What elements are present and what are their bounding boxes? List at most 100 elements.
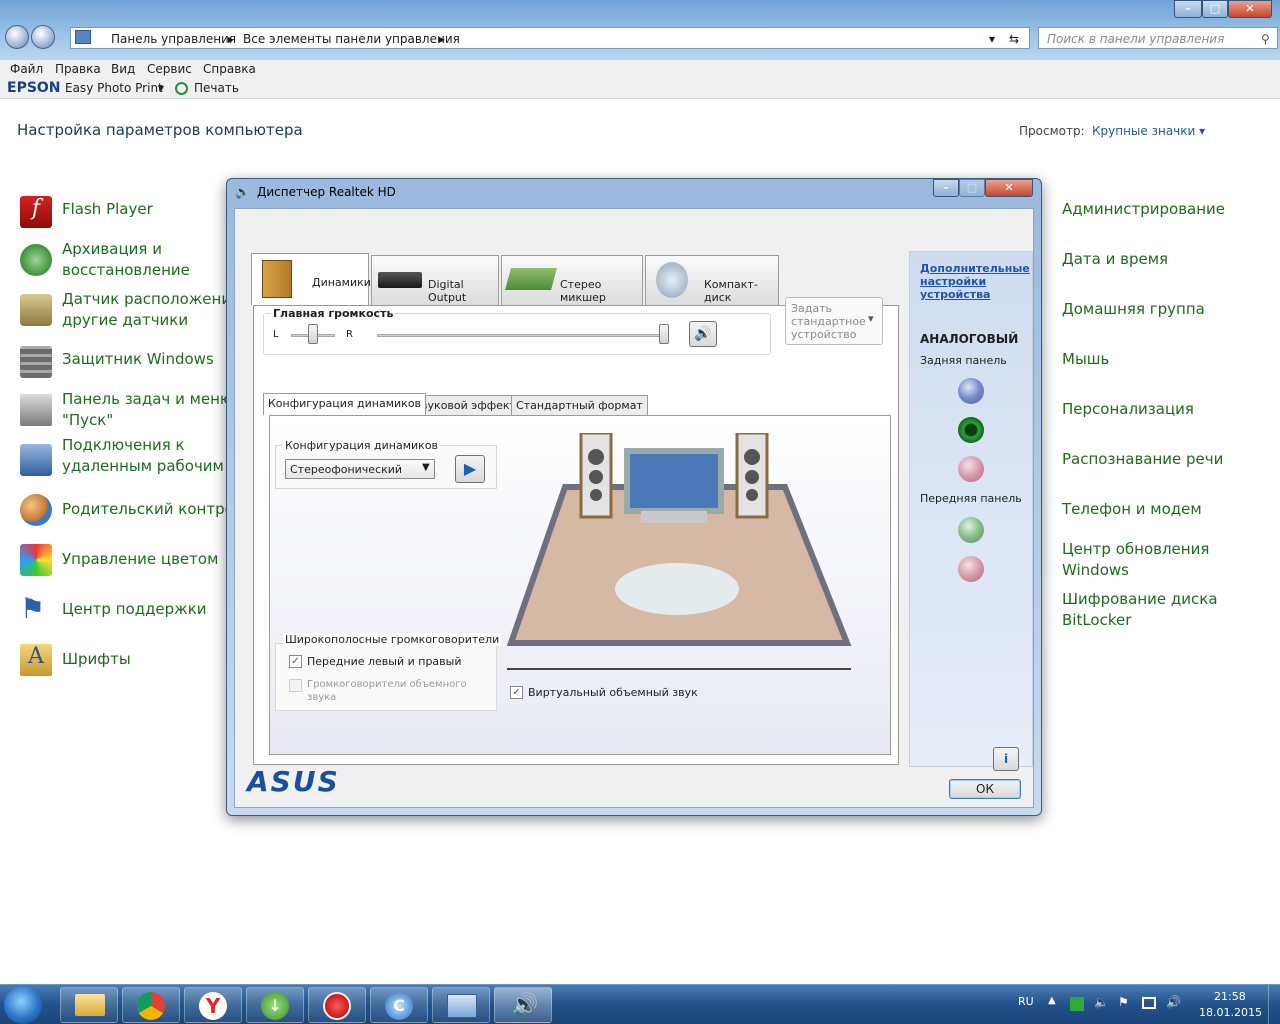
front-jack-pink[interactable] — [958, 556, 984, 582]
dropdown-arrow-icon[interactable]: ▾ — [989, 32, 995, 46]
cpl-item[interactable]: Подключения к удаленным рабочим — [62, 435, 224, 477]
rear-jack-green[interactable] — [958, 417, 984, 443]
maximize-button[interactable]: □ — [1202, 0, 1228, 18]
virtual-surround-checkbox[interactable]: ✓ — [510, 686, 523, 699]
tray-volume-icon[interactable]: 🔈 — [1094, 995, 1109, 1009]
tab-speakers[interactable]: Динамики — [251, 253, 371, 305]
breadcrumb-item[interactable]: Панель управления — [111, 32, 236, 46]
wideband-label: Широкополосные громкоговорители — [283, 633, 502, 646]
cpl-item[interactable]: Панель задач и меню "Пуск" — [62, 389, 233, 431]
flag-icon: ⚑ — [20, 592, 46, 625]
clock-date[interactable]: 18.01.2015 — [1199, 1006, 1262, 1019]
play-test-button[interactable]: ▶ — [455, 455, 485, 483]
menu-edit[interactable]: Правка — [55, 62, 101, 76]
tray-flag-icon[interactable]: ⚑ — [1118, 995, 1129, 1009]
download-icon: ↓ — [261, 992, 289, 1020]
cpl-item[interactable]: Защитник Windows — [62, 349, 214, 370]
tray-sound-icon[interactable]: 🔊 — [1166, 995, 1181, 1009]
cpl-item[interactable]: Архивация и восстановление — [62, 239, 190, 281]
language-indicator[interactable]: RU — [1018, 995, 1034, 1008]
cpl-item[interactable]: Мышь — [1062, 349, 1109, 370]
back-button[interactable] — [5, 25, 29, 49]
menu-bar: Файл Правка Вид Сервис Справка — [0, 60, 1280, 79]
info-button[interactable]: i — [993, 747, 1019, 771]
tray-network-icon[interactable] — [1070, 997, 1084, 1011]
menu-file[interactable]: Файл — [10, 62, 43, 76]
taskbar-icon — [20, 394, 52, 426]
subtab-speaker-config[interactable]: Конфигурация динамиков — [263, 393, 427, 415]
show-desktop-button[interactable] — [1268, 985, 1280, 1024]
cpl-item[interactable]: Родительский контрол — [62, 499, 226, 520]
cpl-item[interactable]: Шрифты — [62, 649, 131, 670]
cpl-item[interactable]: Дата и время — [1062, 249, 1168, 270]
print-button[interactable]: Печать — [194, 81, 239, 95]
tab-label: Стерео микшер — [560, 278, 606, 304]
cpl-item[interactable]: Шифрование диска BitLocker — [1062, 589, 1218, 631]
cpl-item[interactable]: Flash Player — [62, 199, 153, 220]
surround-checkbox[interactable] — [289, 679, 302, 692]
cpl-item[interactable]: Распознавание речи — [1062, 449, 1223, 470]
cpl-item[interactable]: Центр обновления Windows — [1062, 539, 1209, 581]
search-icon[interactable]: ⚲ — [1261, 32, 1270, 46]
taskbar-record[interactable] — [308, 987, 366, 1023]
rear-jack-blue[interactable] — [958, 378, 984, 404]
cpl-item[interactable]: Персонализация — [1062, 399, 1194, 420]
set-default-device-button[interactable]: Задать стандартное устройство ▾ — [785, 297, 883, 345]
volume-slider[interactable] — [377, 334, 667, 337]
taskbar-yandex[interactable]: Y — [184, 987, 242, 1023]
easy-photo-print-button[interactable]: Easy Photo Print — [65, 81, 163, 95]
front-jack-green[interactable] — [958, 517, 984, 543]
record-icon — [323, 992, 351, 1020]
cpl-item[interactable]: Администрирование — [1062, 199, 1225, 220]
view-mode-dropdown[interactable]: Крупные значки ▾ — [1092, 124, 1205, 138]
taskbar-control-panel[interactable] — [432, 987, 490, 1023]
tray-display-icon[interactable] — [1142, 997, 1156, 1009]
menu-tools[interactable]: Сервис — [147, 62, 192, 76]
clock-time[interactable]: 21:58 — [1214, 990, 1246, 1003]
analog-heading: АНАЛОГОВЫЙ — [920, 332, 1019, 346]
dialog-close-button[interactable]: ✕ — [985, 179, 1033, 197]
cpl-item[interactable]: Центр поддержки — [62, 599, 207, 620]
cpl-item[interactable]: Датчик расположения другие датчики — [62, 289, 240, 331]
yandex-icon: Y — [199, 992, 227, 1020]
search-input[interactable]: Поиск в панели управления ⚲ — [1038, 27, 1278, 49]
dialog-maximize-button[interactable]: □ — [959, 179, 985, 197]
tray-expand-icon[interactable]: ▲ — [1048, 995, 1056, 1006]
virtual-surround-label: Виртуальный объемный звук — [528, 686, 698, 699]
cd-icon — [656, 262, 688, 298]
address-bar[interactable]: Панель управления ▸ Все элементы панели … — [70, 27, 1030, 49]
subtab-default-format[interactable]: Стандартный формат — [511, 395, 648, 415]
forward-button[interactable] — [31, 25, 55, 49]
advanced-settings-link[interactable]: Дополнительные настройки устройства — [920, 262, 1030, 301]
jack-side-panel: Дополнительные настройки устройства АНАЛ… — [909, 251, 1033, 767]
taskbar-download[interactable]: ↓ — [246, 987, 304, 1023]
chevron-down-icon[interactable]: ▾ — [158, 81, 164, 95]
close-button[interactable]: ✕ — [1228, 0, 1272, 18]
cpl-item[interactable]: Домашняя группа — [1062, 299, 1205, 320]
mute-button[interactable]: 🔊 — [689, 321, 717, 347]
dialog-minimize-button[interactable]: – — [933, 179, 959, 197]
ok-button[interactable]: ОК — [949, 779, 1021, 799]
menu-help[interactable]: Справка — [203, 62, 256, 76]
menu-view[interactable]: Вид — [111, 62, 135, 76]
cpl-item[interactable]: Управление цветом — [62, 549, 218, 570]
rear-jack-pink[interactable] — [958, 456, 984, 482]
taskbar-explorer[interactable] — [60, 987, 118, 1023]
front-lr-checkbox[interactable]: ✓ — [289, 655, 302, 668]
taskbar-chrome[interactable] — [122, 987, 180, 1023]
balance-thumb[interactable] — [308, 324, 318, 344]
breadcrumb-item[interactable]: Все элементы панели управления — [243, 32, 460, 46]
surround-label: Громкоговорители объемного звука — [307, 679, 467, 703]
minimize-button[interactable]: – — [1174, 0, 1202, 18]
tab-stereo-mixer[interactable]: Стерео микшер — [501, 255, 643, 305]
volume-thumb[interactable] — [659, 324, 669, 344]
start-button[interactable] — [4, 986, 42, 1024]
taskbar-realtek[interactable]: 🔊 — [494, 987, 552, 1023]
cpl-item[interactable]: Телефон и модем — [1062, 499, 1202, 520]
taskbar-app[interactable]: C — [370, 987, 428, 1023]
speaker-config-select[interactable]: Стереофонический ▼ — [285, 459, 435, 479]
asus-logo: ASUS — [247, 765, 340, 798]
tab-digital-output[interactable]: Digital Output — [371, 255, 499, 305]
refresh-icon[interactable]: ⇆ — [1009, 32, 1019, 46]
tab-cd[interactable]: Компакт-диск — [645, 255, 779, 305]
